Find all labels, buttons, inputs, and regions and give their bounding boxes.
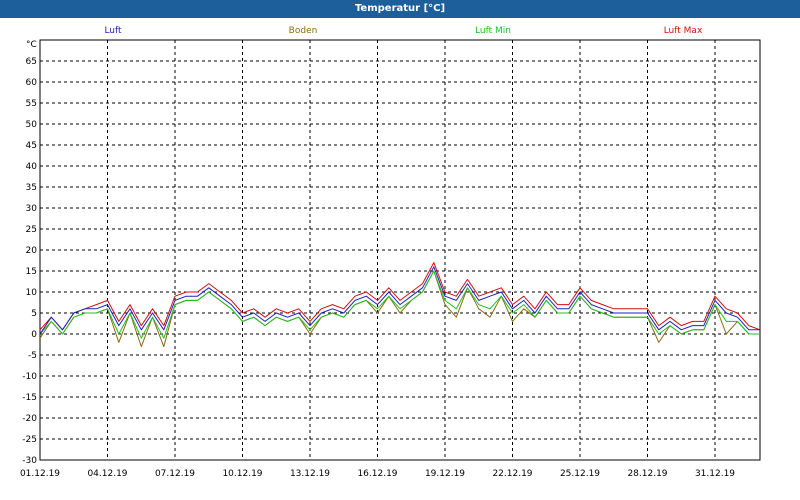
chart-grid [40,40,760,460]
x-tick-label: 22.12.19 [492,469,532,479]
y-tick-label: 55 [26,99,37,109]
y-tick-label: 10 [26,288,38,298]
legend-item-luft-max: Luft Max [664,26,703,36]
x-tick-label: 04.12.19 [87,469,127,479]
y-tick-label: 0 [31,330,37,340]
x-tick-label: 19.12.19 [425,469,465,479]
x-tick-label: 25.12.19 [560,469,600,479]
y-axis-ticks: -30 -25 -20 -15 -10 -5 0 5 10 15 20 25 30 35 40 45 50 55 6… [22,57,37,466]
y-tick-label: 45 [26,141,37,151]
y-tick-label: 50 [26,120,38,130]
y-tick-label: 65 [26,57,37,67]
x-axis-ticks: 01.12.19 04.12.19 07.12.19 10.12.19 13.12.19… [20,469,735,479]
y-tick-label: -10 [22,372,37,382]
temperature-chart: -30 -25 -20 -15 -10 -5 0 5 10 15 20 25 30 35 40 45 50 55 6… [20,26,761,479]
y-tick-label: 25 [26,225,37,235]
x-tick-label: 07.12.19 [155,469,195,479]
x-tick-label: 16.12.19 [357,469,397,479]
x-tick-label: 10.12.19 [222,469,262,479]
y-tick-label: 30 [26,204,38,214]
y-tick-label: -15 [22,393,37,403]
y-axis-label: °C [26,40,37,50]
y-tick-label: 15 [26,267,37,277]
x-tick-label: 13.12.19 [290,469,330,479]
legend: Luft Boden Luft Min Luft Max [104,26,703,36]
y-tick-label: 60 [26,78,38,88]
legend-item-luft: Luft [104,26,122,36]
y-tick-label: 20 [26,246,38,256]
x-tick-label: 01.12.19 [20,469,60,479]
y-tick-label: 35 [26,183,37,193]
x-tick-label: 28.12.19 [627,469,667,479]
y-tick-label: 40 [26,162,38,172]
chart-window: Temperatur [°C] -30 -25 -20 -15 -10 -5 0 5 10 15 2… [0,0,800,500]
y-tick-label: -20 [22,414,37,424]
y-tick-label: -5 [28,351,37,361]
y-tick-label: -30 [22,456,37,466]
y-tick-label: 5 [31,309,37,319]
y-tick-label: -25 [22,435,37,445]
legend-item-boden: Boden [289,26,318,36]
legend-item-luft-min: Luft Min [475,26,511,36]
x-tick-label: 31.12.19 [695,469,735,479]
